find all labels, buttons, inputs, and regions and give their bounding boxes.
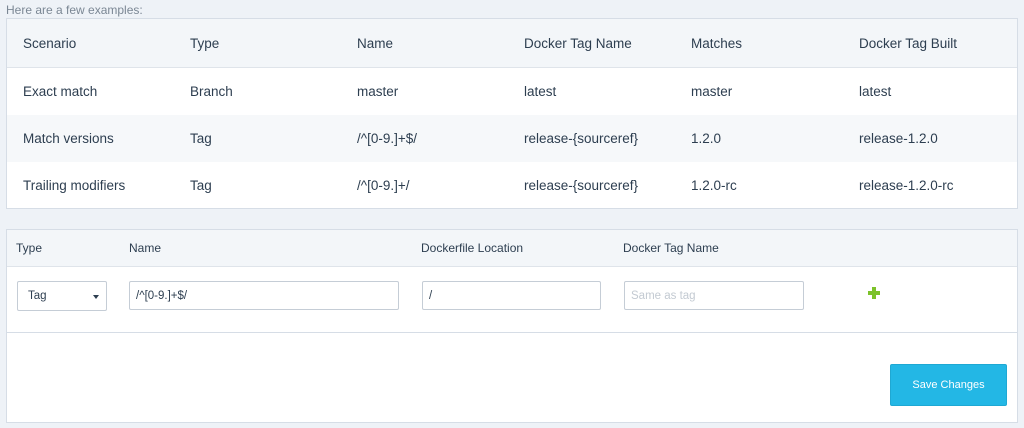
- cell-docker-tag-built: release-1.2.0: [843, 115, 1017, 162]
- cell-scenario: Exact match: [23, 84, 98, 99]
- cell-docker-tag-name: release-{sourceref}: [508, 115, 675, 162]
- cell-type: Tag: [174, 115, 341, 162]
- cell-name: master: [357, 84, 399, 99]
- cell-type: Branch: [190, 84, 233, 99]
- build-rules-editor: Type Name Dockerfile Location Docker Tag…: [6, 229, 1018, 333]
- editor-header-row: Type Name Dockerfile Location Docker Tag…: [7, 230, 1017, 267]
- cell-matches: 1.2.0-rc: [691, 178, 737, 193]
- table-row: Trailing modifiers Tag /^[0-9.]+/ releas…: [7, 162, 1017, 209]
- type-select-value: Tag: [28, 290, 47, 302]
- cell-docker-tag-built: latest: [859, 84, 892, 99]
- examples-table-panel: Scenario Type Name Docker Tag Name Match…: [6, 18, 1018, 209]
- cell-name: /^[0-9.]+/: [357, 178, 410, 193]
- column-header-type: Type: [174, 19, 341, 68]
- cell-docker-tag-name: release-{sourceref}: [524, 178, 639, 193]
- table-row: Exact match Branch master latest master …: [7, 68, 1017, 116]
- save-changes-button[interactable]: Save Changes: [890, 364, 1007, 406]
- intro-text: Here are a few examples:: [6, 3, 143, 17]
- cell-docker-tag-name: latest: [524, 84, 557, 99]
- plus-icon[interactable]: [868, 287, 880, 299]
- column-header-matches: Matches: [675, 19, 843, 68]
- cell-type: Tag: [190, 178, 212, 193]
- name-input[interactable]: [129, 281, 399, 310]
- type-select[interactable]: Tag: [17, 281, 107, 311]
- cell-matches: master: [691, 84, 733, 99]
- editor-header-type: Type: [16, 241, 43, 255]
- table-row: Match versions Tag /^[0-9.]+$/ release-{…: [7, 115, 1017, 162]
- cell-name: /^[0-9.]+$/: [341, 115, 508, 162]
- cell-scenario: Trailing modifiers: [23, 178, 126, 193]
- column-header-name: Name: [341, 19, 508, 68]
- editor-header-docker-tag-name: Docker Tag Name: [623, 241, 719, 255]
- caret-down-icon: [93, 295, 99, 299]
- column-header-docker-tag-built: Docker Tag Built: [843, 19, 1017, 68]
- form-footer: Save Changes: [6, 333, 1018, 423]
- cell-matches: 1.2.0: [675, 115, 843, 162]
- docker-tag-name-input[interactable]: [624, 281, 804, 310]
- column-header-docker-tag-name: Docker Tag Name: [508, 19, 675, 68]
- cell-docker-tag-built: release-1.2.0-rc: [859, 178, 954, 193]
- column-header-scenario: Scenario: [7, 19, 174, 68]
- editor-header-name: Name: [129, 241, 162, 255]
- cell-scenario: Match versions: [7, 115, 174, 162]
- dockerfile-location-input[interactable]: [422, 281, 601, 310]
- editor-header-dockerfile-location: Dockerfile Location: [421, 241, 524, 255]
- table-header-row: Scenario Type Name Docker Tag Name Match…: [7, 19, 1017, 68]
- examples-table: Scenario Type Name Docker Tag Name Match…: [7, 19, 1017, 209]
